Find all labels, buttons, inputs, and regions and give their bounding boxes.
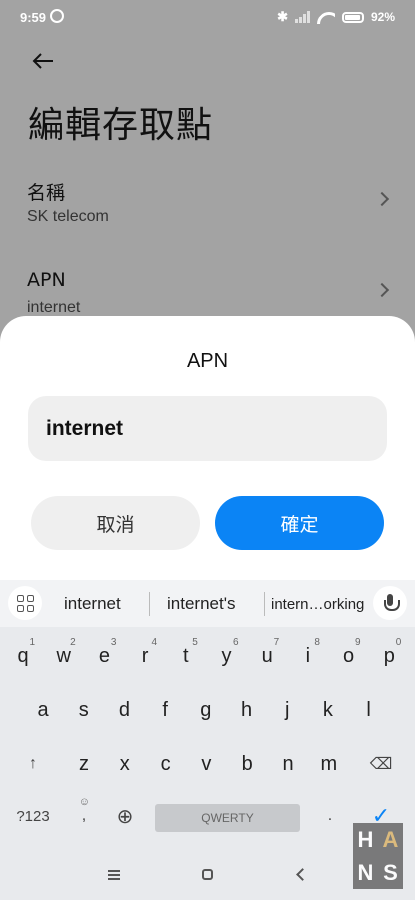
key-p[interactable]: 0p xyxy=(372,634,406,678)
comma-label: , xyxy=(81,807,87,824)
key-number: 0 xyxy=(395,637,402,648)
key-t[interactable]: 5t xyxy=(169,634,203,678)
suggestion[interactable]: internet xyxy=(64,594,121,614)
key-number: 1 xyxy=(29,637,35,648)
key-label: e xyxy=(98,644,110,667)
microphone-icon[interactable] xyxy=(373,586,407,620)
key-number: 2 xyxy=(70,637,76,648)
watermark-letter: N xyxy=(357,859,374,885)
globe-icon[interactable]: ⊕ xyxy=(108,794,142,838)
key-number: 4 xyxy=(151,637,158,648)
battery-percent: 92% xyxy=(370,10,395,24)
watermark-letter: A xyxy=(382,826,399,852)
status-bar: 9:59 ✱ 92% xyxy=(0,0,415,34)
row-value: internet xyxy=(27,299,81,316)
row-title: 名稱 xyxy=(27,182,66,204)
key-label: o xyxy=(343,644,355,667)
back-icon[interactable] xyxy=(296,868,309,881)
key-label: i xyxy=(305,644,311,667)
alarm-icon xyxy=(50,9,64,23)
setting-row-name[interactable]: 名稱 SK telecom xyxy=(0,178,415,248)
key-g[interactable]: g xyxy=(189,688,223,732)
key-m[interactable]: m xyxy=(312,742,346,786)
apn-input[interactable]: internet xyxy=(28,396,387,461)
suggestion-divider xyxy=(149,592,150,616)
key-label: r xyxy=(141,644,149,667)
key-x[interactable]: x xyxy=(108,742,142,786)
home-icon[interactable] xyxy=(202,869,213,880)
menu-icon[interactable] xyxy=(108,870,120,880)
key-k[interactable]: k xyxy=(311,688,345,732)
symbols-key[interactable]: ?123 xyxy=(16,794,50,838)
apn-dialog: APN internet 取消 確定 xyxy=(0,316,415,586)
key-e[interactable]: 3e xyxy=(87,634,121,678)
key-number: 3 xyxy=(110,637,117,648)
key-label: u xyxy=(261,644,273,667)
watermark-logo: H A N S xyxy=(353,823,403,889)
space-key[interactable]: QWERTY xyxy=(155,804,300,832)
key-c[interactable]: c xyxy=(149,742,183,786)
key-label: t xyxy=(183,644,189,667)
key-o[interactable]: 9o xyxy=(332,634,366,678)
key-u[interactable]: 7u xyxy=(250,634,284,678)
chevron-right-icon xyxy=(374,282,390,298)
backspace-key-icon[interactable]: ⌫ xyxy=(364,742,398,786)
key-q[interactable]: 1q xyxy=(6,634,40,678)
key-number: 8 xyxy=(314,637,320,648)
emoji-comma-key[interactable]: ☺, xyxy=(67,794,101,838)
key-z[interactable]: z xyxy=(67,742,101,786)
key-y[interactable]: 6y xyxy=(210,634,244,678)
key-number: 9 xyxy=(355,637,361,648)
watermark-letter: H xyxy=(357,826,374,852)
key-h[interactable]: h xyxy=(230,688,264,732)
key-f[interactable]: f xyxy=(148,688,182,732)
chevron-right-icon xyxy=(374,191,390,207)
ok-button[interactable]: 確定 xyxy=(215,496,384,550)
row-value: SK telecom xyxy=(27,208,109,225)
bluetooth-icon: ✱ xyxy=(277,9,288,24)
key-label: y xyxy=(221,644,232,667)
dialog-title: APN xyxy=(186,350,229,372)
suggestion-bar: internet internet's intern…orking xyxy=(0,580,415,627)
key-w[interactable]: 2w xyxy=(47,634,81,678)
status-icons: ✱ 92% xyxy=(277,9,395,25)
key-d[interactable]: d xyxy=(107,688,141,732)
watermark-letter: S xyxy=(383,859,398,885)
key-number: 7 xyxy=(273,637,280,648)
key-a[interactable]: a xyxy=(26,688,60,732)
key-r[interactable]: 4r xyxy=(128,634,162,678)
key-i[interactable]: 8i xyxy=(291,634,325,678)
period-key[interactable]: . xyxy=(313,794,347,838)
key-label: p xyxy=(383,644,395,667)
key-b[interactable]: b xyxy=(230,742,264,786)
key-n[interactable]: n xyxy=(271,742,305,786)
battery-icon xyxy=(341,11,364,23)
key-s[interactable]: s xyxy=(67,688,101,732)
key-number: 5 xyxy=(192,637,198,648)
key-label: q xyxy=(17,644,29,667)
apps-grid-icon[interactable] xyxy=(8,586,42,620)
key-l[interactable]: l xyxy=(352,688,386,732)
key-v[interactable]: v xyxy=(189,742,223,786)
suggestion[interactable]: internet's xyxy=(167,594,235,614)
suggestion-divider xyxy=(264,592,265,616)
suggestion[interactable]: intern…orking xyxy=(271,596,364,613)
key-j[interactable]: j xyxy=(270,688,304,732)
wifi-icon xyxy=(317,10,335,24)
signal-icon xyxy=(294,11,310,23)
key-label: w xyxy=(56,644,71,667)
page-title: 編輯存取點 xyxy=(28,105,214,146)
key-number: 6 xyxy=(232,637,239,648)
row-title: APN xyxy=(27,269,66,291)
status-time: 9:59 xyxy=(20,10,47,25)
shift-key-icon[interactable]: ↑ xyxy=(16,742,50,786)
cancel-button[interactable]: 取消 xyxy=(31,496,200,550)
back-arrow-icon[interactable] xyxy=(28,46,58,76)
